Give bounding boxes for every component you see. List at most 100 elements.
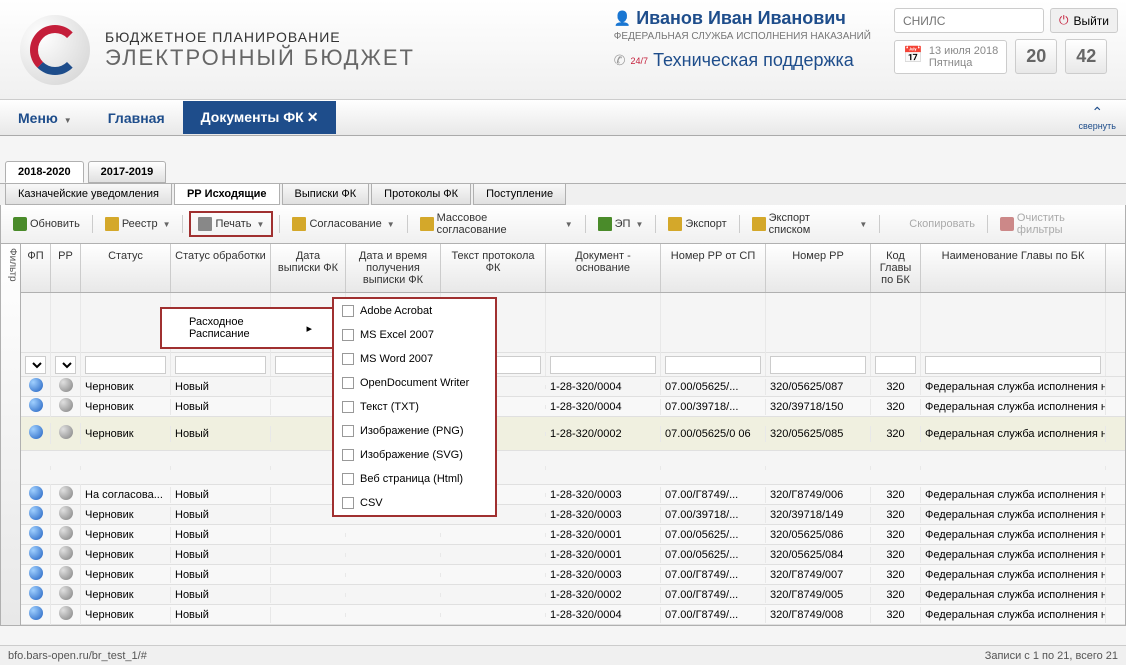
export-format-item[interactable]: Изображение (PNG): [334, 419, 495, 443]
filter-status[interactable]: [85, 356, 166, 374]
app-title-2: ЭЛЕКТРОННЫЙ БЮДЖЕТ: [105, 45, 415, 71]
col-nrr[interactable]: Номер РР: [766, 244, 871, 292]
export-format-item[interactable]: OpenDocument Writer: [334, 371, 495, 395]
checkbox-icon[interactable]: [342, 377, 354, 389]
rr-orb-icon: [59, 606, 73, 620]
export-format-item[interactable]: Adobe Acrobat: [334, 299, 495, 323]
col-status[interactable]: Статус: [81, 244, 171, 292]
registry-button[interactable]: Реестр▼: [99, 214, 177, 234]
col-doc[interactable]: Документ - основание: [546, 244, 661, 292]
export-list-button[interactable]: Экспорт списком▼: [746, 209, 874, 239]
cell-code: 320: [871, 379, 921, 395]
sub-tab-2[interactable]: Выписки ФК: [282, 184, 370, 205]
sub-tab-4[interactable]: Поступление: [473, 184, 566, 205]
filter-nrr[interactable]: [770, 356, 866, 374]
export-format-item[interactable]: MS Excel 2007: [334, 323, 495, 347]
checkbox-icon[interactable]: [342, 401, 354, 413]
checkbox-icon[interactable]: [342, 353, 354, 365]
export-format-item[interactable]: Текст (TXT): [334, 395, 495, 419]
export-format-item[interactable]: MS Word 2007: [334, 347, 495, 371]
table-row[interactable]: ЧерновикНовый1-28-320/000107.00/05625/..…: [21, 525, 1125, 545]
export-format-menu: Adobe AcrobatMS Excel 2007MS Word 2007Op…: [332, 297, 497, 517]
export-format-item[interactable]: Веб страница (Html): [334, 467, 495, 491]
checkbox-icon[interactable]: [342, 329, 354, 341]
cell-name: Федеральная служба исполнения нак: [921, 487, 1106, 503]
cell-status: На согласова...: [81, 487, 171, 503]
mass-approval-button[interactable]: Массовое согласование▼: [414, 209, 579, 239]
col-name[interactable]: Наименование Главы по БК: [921, 244, 1106, 292]
cell-proc: Новый: [171, 587, 271, 603]
approval-button[interactable]: Согласование▼: [286, 214, 400, 234]
col-date1[interactable]: Дата выписки ФК: [271, 244, 346, 292]
year-tab-2018[interactable]: 2018-2020: [5, 161, 84, 183]
checkbox-icon[interactable]: [342, 473, 354, 485]
table-row[interactable]: ЧерновикНовый1-28-320/000107.00/05625/..…: [21, 545, 1125, 565]
checkbox-icon[interactable]: [342, 305, 354, 317]
table-row[interactable]: ЧерновикНовый1-28-320/000407.00/05625/..…: [21, 377, 1125, 397]
cell-nrr: 320/Г8749/006: [766, 487, 871, 503]
nav-documents[interactable]: Документы ФК✕: [183, 101, 337, 134]
filter-nrsp[interactable]: [665, 356, 761, 374]
filter-code[interactable]: [875, 356, 916, 374]
export-icon: [668, 217, 682, 231]
rr-orb-icon: [59, 378, 73, 392]
close-icon[interactable]: ✕: [307, 109, 319, 125]
col-date2[interactable]: Дата и время получения выписки ФК: [346, 244, 441, 292]
table-row[interactable]: ЧерновикНовый1-28-320/000207.00/Г8749/..…: [21, 585, 1125, 605]
col-nrsp[interactable]: Номер РР от СП: [661, 244, 766, 292]
filter-label[interactable]: Фильтр: [1, 244, 21, 625]
table-row[interactable]: ЧерновикНовый1-28-320/000307.00/39718/..…: [21, 505, 1125, 525]
year-tab-2017[interactable]: 2017-2019: [88, 161, 167, 183]
refresh-button[interactable]: Обновить: [7, 214, 86, 234]
print-submenu-item[interactable]: Расходное Расписание ▸: [164, 311, 332, 345]
col-proto[interactable]: Текст протокола ФК: [441, 244, 546, 292]
sub-tab-0[interactable]: Казначейские уведомления: [5, 184, 172, 205]
ep-button[interactable]: ЭП▼: [592, 214, 650, 234]
nav-home[interactable]: Главная: [90, 102, 183, 134]
sub-tab-3[interactable]: Протоколы ФК: [371, 184, 471, 205]
table-row[interactable]: На согласова...Новый1-28-320/000307.00/Г…: [21, 485, 1125, 505]
export-format-item[interactable]: Изображение (SVG): [334, 443, 495, 467]
cell-nrsp: 07.00/05625/...: [661, 547, 766, 563]
year-tabs: 2018-2020 2017-2019: [0, 161, 1126, 183]
col-code[interactable]: Код Главы по БК: [871, 244, 921, 292]
chevron-down-icon: ▼: [64, 116, 72, 125]
cell-status: Черновик: [81, 607, 171, 623]
cell-nrr: 320/39718/150: [766, 399, 871, 415]
app-header: БЮДЖЕТНОЕ ПЛАНИРОВАНИЕ ЭЛЕКТРОННЫЙ БЮДЖЕ…: [0, 0, 1126, 100]
filter-rr[interactable]: [55, 356, 76, 374]
clear-filters-button: Очистить фильтры: [994, 209, 1119, 239]
checkbox-icon[interactable]: [342, 425, 354, 437]
snils-input[interactable]: [894, 8, 1044, 33]
table-row[interactable]: ЧерновикНовый1-28-320/000207.00/05625/0 …: [21, 417, 1125, 451]
col-proc[interactable]: Статус обработки: [171, 244, 271, 292]
checkbox-icon[interactable]: [342, 497, 354, 509]
support-link[interactable]: ✆ 24/7 Техническая поддержка: [614, 50, 871, 71]
col-rr[interactable]: РР: [51, 244, 81, 292]
table-row[interactable]: ЧерновикНовый1-28-320/000407.00/39718/..…: [21, 397, 1125, 417]
cell-nrr: 320/Г8749/007: [766, 567, 871, 583]
rr-orb-icon: [59, 398, 73, 412]
time-minutes: 42: [1065, 39, 1107, 74]
filter-doc[interactable]: [550, 356, 656, 374]
cell-nrsp: 07.00/Г8749/...: [661, 587, 766, 603]
export-format-item[interactable]: CSV: [334, 491, 495, 515]
cell-proc: Новый: [171, 379, 271, 395]
exit-button[interactable]: ⏻ Выйти: [1050, 8, 1118, 33]
table-row[interactable]: ЧерновикНовый1-28-320/000307.00/Г8749/..…: [21, 565, 1125, 585]
collapse-button[interactable]: ⌃ свернуть: [1079, 104, 1116, 131]
filter-name[interactable]: [925, 356, 1101, 374]
main-nav: Меню ▼ Главная Документы ФК✕ ⌃ свернуть: [0, 100, 1126, 136]
print-button[interactable]: Печать▼: [192, 214, 270, 234]
filter-proc[interactable]: [175, 356, 266, 374]
calendar-icon: 📅: [903, 45, 923, 69]
cell-nrsp: 07.00/Г8749/...: [661, 607, 766, 623]
checkbox-icon[interactable]: [342, 449, 354, 461]
nav-menu[interactable]: Меню ▼: [0, 102, 90, 134]
filter-fp[interactable]: [25, 356, 46, 374]
col-fp[interactable]: ФП: [21, 244, 51, 292]
export-button[interactable]: Экспорт: [662, 214, 732, 234]
table-row[interactable]: ЧерновикНовый1-28-320/000407.00/Г8749/..…: [21, 605, 1125, 625]
cell-name: Федеральная служба исполнения нак: [921, 507, 1106, 523]
sub-tab-1[interactable]: РР Исходящие: [174, 184, 280, 205]
